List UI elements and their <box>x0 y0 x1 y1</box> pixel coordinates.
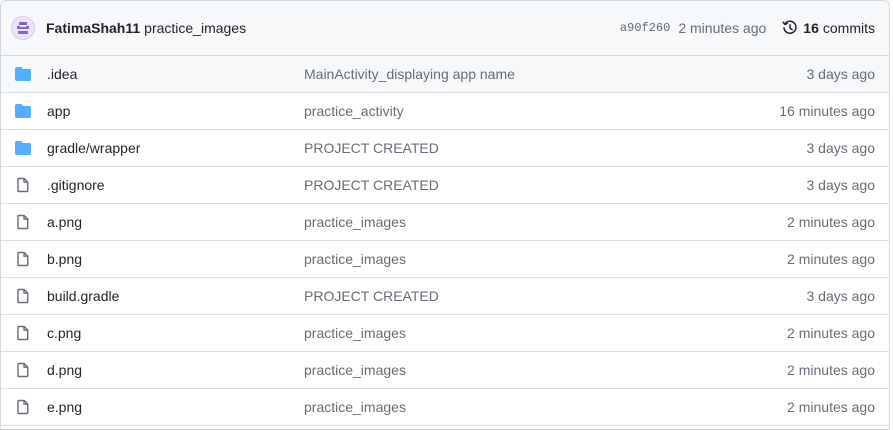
file-row-idea[interactable]: .idea MainActivity_displaying app name 3… <box>1 56 889 93</box>
file-icon <box>15 214 31 230</box>
file-row-gradle-wrapper[interactable]: gradle/wrapper PROJECT CREATED 3 days ag… <box>1 130 889 167</box>
file-row-c-png[interactable]: c.png practice_images 2 minutes ago <box>1 315 889 352</box>
file-row-e-png[interactable]: e.png practice_images 2 minutes ago <box>1 389 889 426</box>
commit-author-link[interactable]: FatimaShah11 <box>46 20 140 36</box>
file-commit-message-link[interactable]: PROJECT CREATED <box>304 177 807 193</box>
file-name-link[interactable]: e.png <box>47 399 304 415</box>
file-icon <box>15 399 31 415</box>
file-commit-age: 2 minutes ago <box>787 399 875 415</box>
file-row-d-png[interactable]: d.png practice_images 2 minutes ago <box>1 352 889 389</box>
file-name-link[interactable]: .gitignore <box>47 177 304 193</box>
file-commit-message-link[interactable]: PROJECT CREATED <box>304 140 807 156</box>
folder-icon <box>15 103 31 119</box>
folder-icon <box>15 140 31 156</box>
file-icon <box>15 177 31 193</box>
file-commit-message-link[interactable]: practice_images <box>304 362 787 378</box>
file-name-link[interactable]: b.png <box>47 251 304 267</box>
commits-count: 16 <box>803 20 819 36</box>
file-name-link[interactable]: d.png <box>47 362 304 378</box>
file-commit-message-link[interactable]: practice_images <box>304 214 787 230</box>
file-commit-age: 3 days ago <box>806 288 876 304</box>
file-commit-message-link[interactable]: practice_images <box>304 399 787 415</box>
repo-file-browser: FatimaShah11 practice_images a90f260 2 m… <box>0 0 890 430</box>
file-icon <box>15 288 31 304</box>
file-commit-message-link[interactable]: practice_images <box>304 325 787 341</box>
file-commit-age: 2 minutes ago <box>787 251 875 267</box>
file-name-link[interactable]: .idea <box>47 66 304 82</box>
file-commit-age: 2 minutes ago <box>787 325 875 341</box>
file-name-link[interactable]: a.png <box>47 214 304 230</box>
file-commit-message-link[interactable]: practice_images <box>304 251 787 267</box>
folder-icon <box>15 66 31 82</box>
avatar[interactable] <box>11 16 35 40</box>
file-name-link[interactable]: c.png <box>47 325 304 341</box>
commits-label: commits <box>822 20 875 36</box>
file-row-b-png[interactable]: b.png practice_images 2 minutes ago <box>1 241 889 278</box>
file-list: .idea MainActivity_displaying app name 3… <box>1 56 889 426</box>
file-name-link[interactable]: app <box>47 103 304 119</box>
file-commit-age: 2 minutes ago <box>787 214 875 230</box>
file-name-link[interactable]: gradle/wrapper <box>47 140 304 156</box>
file-icon <box>15 325 31 341</box>
file-icon <box>15 251 31 267</box>
commit-sha-link[interactable]: a90f260 <box>620 21 670 35</box>
file-commit-message-link[interactable]: PROJECT CREATED <box>304 288 807 304</box>
avatar-identicon-icon <box>17 22 29 34</box>
file-commit-age: 16 minutes ago <box>779 103 875 119</box>
file-row-gitignore[interactable]: .gitignore PROJECT CREATED 3 days ago <box>1 167 889 204</box>
file-row-build-gradle[interactable]: build.gradle PROJECT CREATED 3 days ago <box>1 278 889 315</box>
file-commit-age: 3 days ago <box>806 66 876 82</box>
file-row-app[interactable]: app practice_activity 16 minutes ago <box>1 93 889 130</box>
history-icon <box>782 20 798 36</box>
file-icon <box>15 362 31 378</box>
latest-commit-bar: FatimaShah11 practice_images a90f260 2 m… <box>1 1 889 56</box>
file-commit-message-link[interactable]: MainActivity_displaying app name <box>304 66 807 82</box>
file-name-link[interactable]: build.gradle <box>47 288 304 304</box>
file-commit-age: 3 days ago <box>806 140 876 156</box>
file-commit-age: 2 minutes ago <box>787 362 875 378</box>
commit-message-link[interactable]: practice_images <box>144 20 246 36</box>
commit-time: 2 minutes ago <box>678 20 767 36</box>
commits-history-link[interactable]: 16 commits <box>782 20 875 36</box>
file-commit-age: 3 days ago <box>806 177 876 193</box>
file-row-a-png[interactable]: a.png practice_images 2 minutes ago <box>1 204 889 241</box>
file-commit-message-link[interactable]: practice_activity <box>304 103 779 119</box>
